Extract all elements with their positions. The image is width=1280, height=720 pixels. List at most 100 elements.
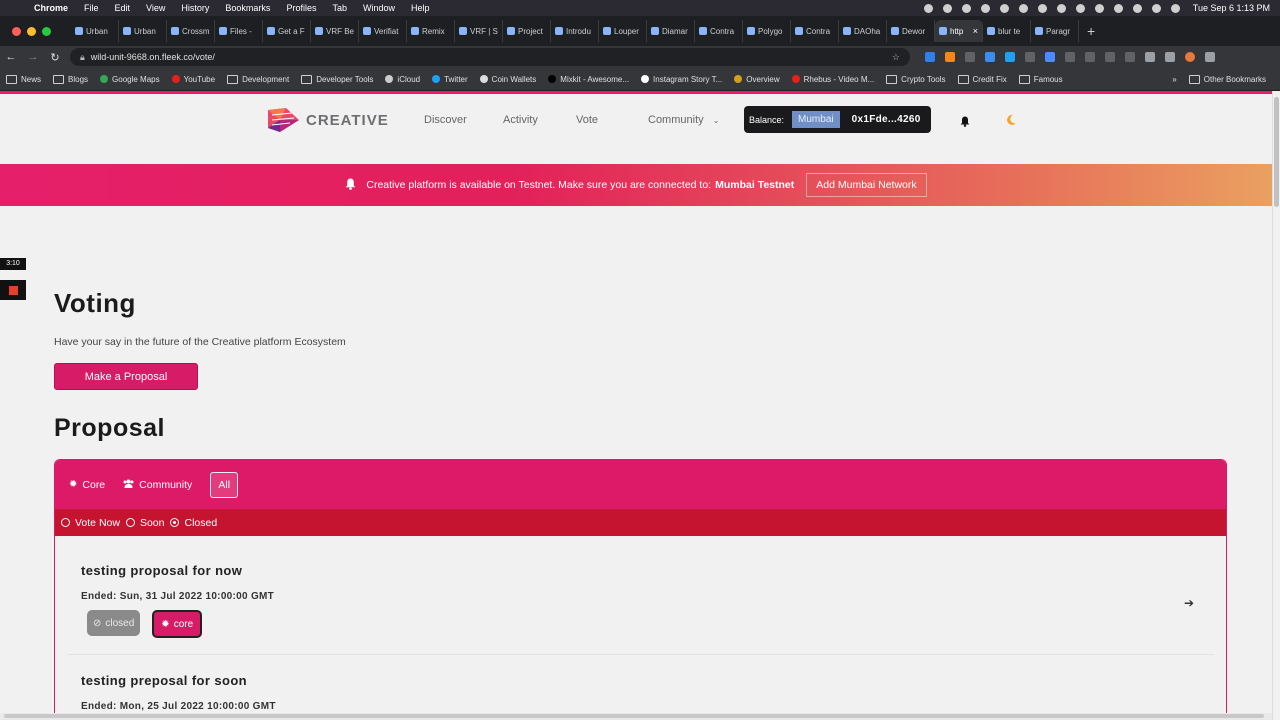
browser-tab[interactable]: Project [503,20,551,42]
menu-help[interactable]: Help [411,3,430,13]
bookmark-item[interactable]: Developer Tools [301,74,373,84]
new-tab-button[interactable]: + [1087,23,1095,39]
menu-edit[interactable]: Edit [115,3,131,13]
gear-icon[interactable] [923,3,933,13]
nav-vote[interactable]: Vote [576,114,598,126]
proposal-card[interactable]: testing proposal for now Ended: Sun, 31 … [67,536,1214,655]
browser-tab[interactable]: Crossm [167,20,215,42]
extension-icon[interactable] [1105,52,1115,62]
browser-tab[interactable]: Polygo [743,20,791,42]
url-bar[interactable]: 🔒︎ wild-unit-9668.on.fleek.co/vote/ ☆ [70,48,910,66]
horizontal-scrollbar[interactable] [0,713,1272,720]
battery-icon[interactable] [1094,3,1104,13]
bookmark-item[interactable]: Coin Wallets [479,75,536,84]
proposal-title[interactable]: testing proposal for now [81,536,1200,578]
nav-activity[interactable]: Activity [503,114,538,126]
url-text[interactable]: wild-unit-9668.on.fleek.co/vote/ [91,52,215,62]
make-proposal-button[interactable]: Make a Proposal [54,363,198,390]
record-icon[interactable] [961,3,971,13]
bookmark-item[interactable]: Development [227,74,289,84]
stop-recording-button[interactable] [0,280,26,300]
browser-tab[interactable]: Diamar [647,20,695,42]
bookmark-item[interactable]: Google Maps [100,75,160,84]
menu-window[interactable]: Window [363,3,395,13]
browser-tab[interactable]: VRF Be [311,20,359,42]
headphones-icon[interactable] [1037,3,1047,13]
nav-community[interactable]: Community ⌄ [648,114,719,126]
arrow-right-icon[interactable]: ➔ [1184,596,1194,610]
profile-avatar[interactable] [1185,52,1195,62]
bookmark-item[interactable]: Credit Fix [957,74,1007,84]
bookmark-item[interactable]: Blogs [53,74,88,84]
menu-clock[interactable]: Tue Sep 6 1:13 PM [1193,3,1270,13]
puzzle-icon[interactable] [1145,52,1155,62]
add-network-button[interactable]: Add Mumbai Network [806,173,927,197]
clock-icon[interactable] [1056,3,1066,13]
browser-tab[interactable]: Verifiat [359,20,407,42]
twitter-icon[interactable] [1005,52,1015,62]
filter-all[interactable]: All [210,471,239,498]
browser-tab[interactable]: http × [935,20,983,42]
menu-bookmarks[interactable]: Bookmarks [225,3,270,13]
extension-icon[interactable] [985,52,995,62]
proposal-card[interactable]: testing preposal for soon Ended: Mon, 25… [55,655,1226,712]
lock-icon[interactable]: 🔒︎ [80,52,85,63]
extension-icon[interactable] [1025,52,1035,62]
browser-tab[interactable]: Get a F [263,20,311,42]
menu-tab[interactable]: Tab [332,3,347,13]
close-window-icon[interactable] [12,26,21,36]
browser-tab[interactable]: blur te [983,20,1031,42]
zoom-window-icon[interactable] [42,26,51,36]
cloud-icon[interactable] [999,3,1009,13]
extension-icon[interactable] [925,52,935,62]
browser-tab[interactable]: Contra [791,20,839,42]
side-panel-icon[interactable] [1165,52,1175,62]
browser-tab[interactable]: Introdu [551,20,599,42]
bookmark-item[interactable]: News [6,74,41,84]
kebab-menu-icon[interactable] [1205,52,1215,62]
browser-tab[interactable]: Dewor [887,20,935,42]
metamask-icon[interactable] [945,52,955,62]
reload-icon[interactable]: ↻ [44,51,66,64]
moon-icon[interactable] [1005,113,1017,131]
proposal-title[interactable]: testing preposal for soon [81,655,1226,688]
site-logo[interactable]: CREATIVE [266,107,389,133]
browser-tab[interactable]: Files - [215,20,263,42]
nav-discover[interactable]: Discover [424,114,467,126]
browser-tab[interactable]: Remix [407,20,455,42]
wifi-icon[interactable] [1113,3,1123,13]
back-arrow-icon[interactable]: ← [0,51,22,63]
status-soon[interactable]: Soon [125,517,164,529]
menu-profiles[interactable]: Profiles [286,3,316,13]
bookmark-item[interactable]: Crypto Tools [886,74,946,84]
extension-icon[interactable] [1045,52,1055,62]
status-closed[interactable]: Closed [170,517,217,529]
bookmark-item[interactable]: Mixkit - Awesome... [548,75,629,84]
notification-bell-icon[interactable] [960,114,970,132]
scrollbar-thumb[interactable] [1274,97,1279,207]
menu-file[interactable]: File [84,3,99,13]
extension-icon[interactable] [1065,52,1075,62]
browser-tab[interactable]: Louper [599,20,647,42]
close-tab-icon[interactable]: × [973,26,978,36]
star-icon[interactable]: ☆ [892,52,900,63]
siri-icon[interactable] [1170,3,1180,13]
vpn-icon[interactable] [942,3,952,13]
bookmark-item[interactable]: YouTube [171,75,215,84]
vertical-scrollbar[interactable] [1272,91,1280,720]
bookmark-item[interactable]: Rhebus - Video M... [791,75,874,84]
minimize-window-icon[interactable] [27,26,36,36]
bookmark-item[interactable]: Twitter [432,75,468,84]
filter-community[interactable]: Community [123,479,192,491]
bookmark-item[interactable]: Instagram Story T... [641,75,722,84]
bookmark-item[interactable]: iCloud [385,75,420,84]
filter-core[interactable]: ✹ Core [69,479,105,491]
extension-icon[interactable] [965,52,975,62]
forward-arrow-icon[interactable]: → [22,51,44,63]
browser-tab[interactable]: VRF | S [455,20,503,42]
globe-icon[interactable] [1018,3,1028,13]
scrollbar-thumb[interactable] [4,714,1264,718]
wallet-button[interactable]: Balance: Mumbai 0x1Fde...4260 [744,106,931,133]
menu-history[interactable]: History [181,3,209,13]
other-bookmarks-button[interactable]: Other Bookmarks [1188,74,1266,84]
